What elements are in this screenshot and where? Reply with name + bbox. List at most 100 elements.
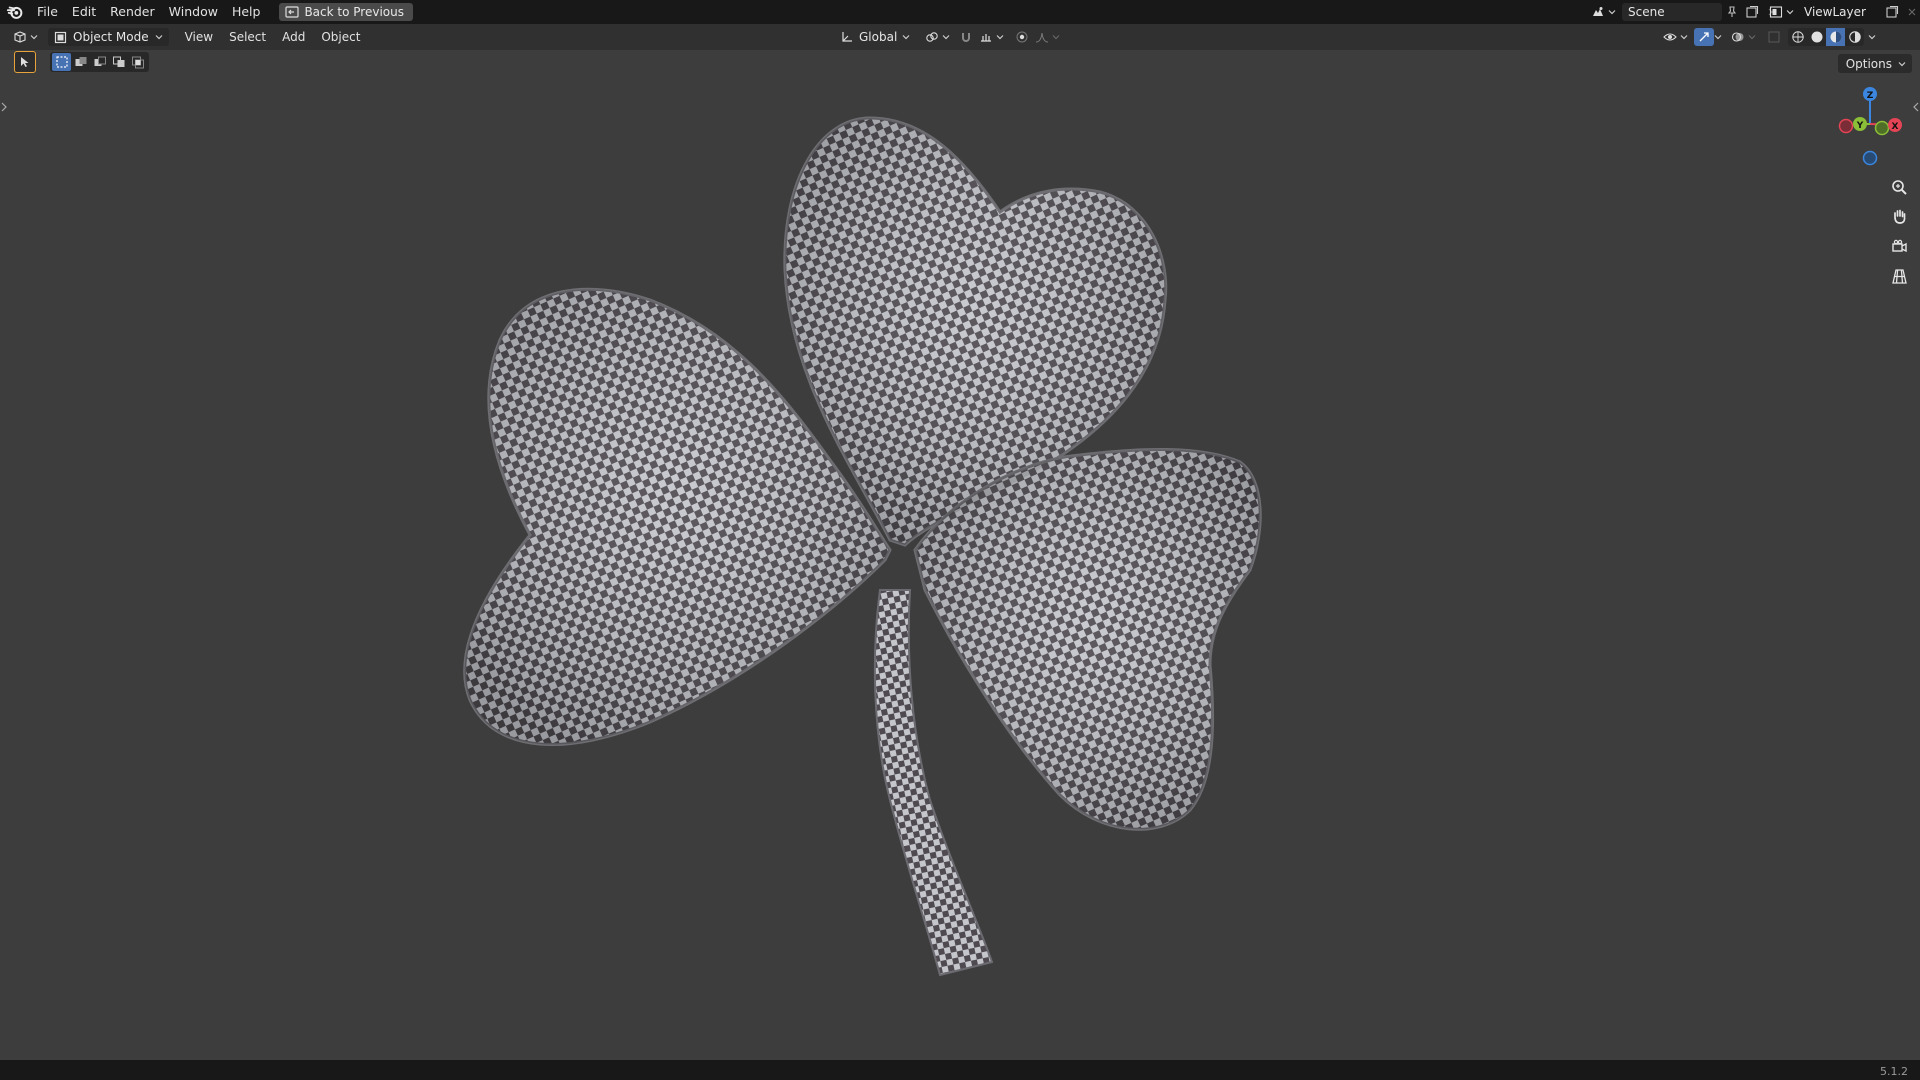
object-mode-label: Object Mode: [73, 30, 149, 44]
gizmo-y-label: Y: [1856, 121, 1864, 131]
object-menu[interactable]: Object: [313, 28, 368, 46]
back-to-previous-button[interactable]: Back to Previous: [279, 3, 413, 21]
perspective-toggle-button[interactable]: [1886, 263, 1912, 289]
object-mode-dropdown[interactable]: Object Mode: [48, 28, 169, 46]
proportional-editing-icon[interactable]: [1012, 28, 1032, 46]
chevron-down-icon[interactable]: [1680, 33, 1688, 41]
version-label: 5.1.2: [1880, 1065, 1908, 1078]
new-view-layer-icon[interactable]: [1882, 3, 1902, 21]
new-scene-icon[interactable]: [1742, 3, 1762, 21]
options-label: Options: [1845, 56, 1892, 71]
top-menu-bar: File Edit Render Window Help Back to Pre…: [0, 0, 1920, 24]
chevron-down-icon[interactable]: [996, 33, 1004, 41]
gizmo-x-label: X: [1892, 122, 1899, 132]
chevron-down-icon[interactable]: [1052, 33, 1060, 41]
camera-icon: [1891, 239, 1907, 252]
pin-icon[interactable]: [1722, 3, 1742, 21]
overlays-icon[interactable]: [1728, 28, 1748, 46]
gizmo-z-label: Z: [1867, 91, 1874, 101]
tool-settings-row: [14, 51, 149, 73]
menu-help[interactable]: Help: [225, 0, 268, 24]
chevron-down-icon[interactable]: [1786, 8, 1794, 16]
select-new-icon[interactable]: [52, 53, 71, 71]
chevron-down-icon[interactable]: [1868, 33, 1876, 41]
transform-tools: Global: [836, 28, 1060, 46]
toolbar-toggle-arrow-icon[interactable]: [0, 100, 8, 114]
material-preview-icon[interactable]: [1826, 28, 1845, 46]
object-visibility-icon[interactable]: [1660, 28, 1680, 46]
snap-magnet-icon[interactable]: [956, 28, 976, 46]
shamrock-stem: [873, 589, 994, 977]
camera-view-button[interactable]: [1886, 233, 1912, 259]
transform-orientation-dropdown[interactable]: Global: [836, 28, 914, 46]
menu-file[interactable]: File: [30, 0, 65, 24]
select-invert-icon[interactable]: [109, 53, 128, 71]
back-to-previous-label: Back to Previous: [304, 5, 404, 19]
chevron-down-icon[interactable]: [1608, 8, 1616, 16]
view-layer-name-field[interactable]: ViewLayer: [1798, 3, 1882, 21]
shamrock-leaf-right: [913, 447, 1262, 831]
shamrock-leaf-top: [783, 116, 1168, 547]
scene-name-field[interactable]: Scene: [1622, 3, 1722, 21]
display-controls: [1660, 28, 1876, 46]
editor-type-selector[interactable]: [10, 28, 38, 46]
select-extend-icon[interactable]: [71, 53, 90, 71]
zoom-button[interactable]: [1886, 174, 1912, 200]
hand-pan-icon: [1893, 209, 1905, 224]
scene-name: Scene: [1628, 5, 1665, 19]
sidebar-toggle-arrow-icon[interactable]: [1912, 100, 1920, 114]
chevron-down-icon[interactable]: [30, 33, 38, 41]
menu-edit[interactable]: Edit: [65, 0, 103, 24]
gizmo-neg-y-handle: [1874, 120, 1890, 136]
chevron-down-icon[interactable]: [1714, 33, 1722, 41]
select-intersect-icon[interactable]: [128, 53, 147, 71]
close-icon[interactable]: [1902, 3, 1920, 21]
chevron-down-icon: [155, 35, 163, 40]
pan-button[interactable]: [1886, 203, 1912, 229]
scene-browse-icon[interactable]: [1588, 3, 1608, 21]
scene-selector: Scene: [1588, 0, 1782, 24]
viewport-header: Object Mode View Select Add Object Globa…: [0, 24, 1920, 50]
orientation-label: Global: [859, 30, 898, 44]
view-menu[interactable]: View: [177, 28, 221, 46]
select-menu[interactable]: Select: [221, 28, 274, 46]
status-bar: 5.1.2: [0, 1060, 1920, 1080]
chevron-down-icon: [902, 35, 910, 40]
back-screen-icon: [285, 6, 300, 18]
rendered-shading-icon[interactable]: [1845, 28, 1864, 46]
view-layer-browse-icon[interactable]: [1766, 3, 1786, 21]
grid-perspective-icon: [1891, 268, 1907, 284]
menu-window[interactable]: Window: [162, 0, 225, 24]
navigation-gizmo[interactable]: Z Y X: [1830, 84, 1910, 174]
snap-increment-icon[interactable]: [976, 28, 996, 46]
add-menu[interactable]: Add: [274, 28, 313, 46]
view-layer-name: ViewLayer: [1804, 5, 1866, 19]
selection-mode-group: [50, 52, 149, 72]
menu-render[interactable]: Render: [103, 0, 162, 24]
3d-viewport-icon[interactable]: [10, 28, 30, 46]
select-tool-button[interactable]: [14, 51, 36, 73]
select-subtract-icon[interactable]: [90, 53, 109, 71]
solid-shading-icon[interactable]: [1807, 28, 1826, 46]
blender-logo-icon[interactable]: [6, 3, 24, 21]
pivot-point-icon[interactable]: [922, 28, 942, 46]
shading-mode-group: [1788, 28, 1864, 46]
zoom-magnifier-icon: [1891, 179, 1907, 195]
chevron-down-icon[interactable]: [942, 33, 950, 41]
chevron-down-icon[interactable]: [1748, 33, 1756, 41]
gizmo-neg-z-handle: [1862, 150, 1878, 166]
xray-toggle-icon[interactable]: [1764, 28, 1784, 46]
mode-selector-group: Object Mode View Select Add Object: [48, 28, 368, 46]
options-dropdown[interactable]: Options: [1837, 54, 1912, 73]
orientation-axes-icon: [842, 32, 852, 42]
gizmo-neg-x-handle: [1838, 118, 1854, 134]
chevron-down-icon: [1898, 61, 1906, 66]
view-layer-selector: ViewLayer: [1766, 0, 1920, 24]
shamrock-mesh-object[interactable]: [0, 0, 1920, 1080]
object-mode-icon: [54, 31, 67, 43]
cursor-arrow-icon: [21, 57, 29, 67]
falloff-curve-icon[interactable]: [1032, 28, 1052, 46]
wireframe-shading-icon[interactable]: [1788, 28, 1807, 46]
shamrock-leaf-left: [463, 287, 892, 746]
show-gizmo-icon[interactable]: [1694, 28, 1714, 46]
